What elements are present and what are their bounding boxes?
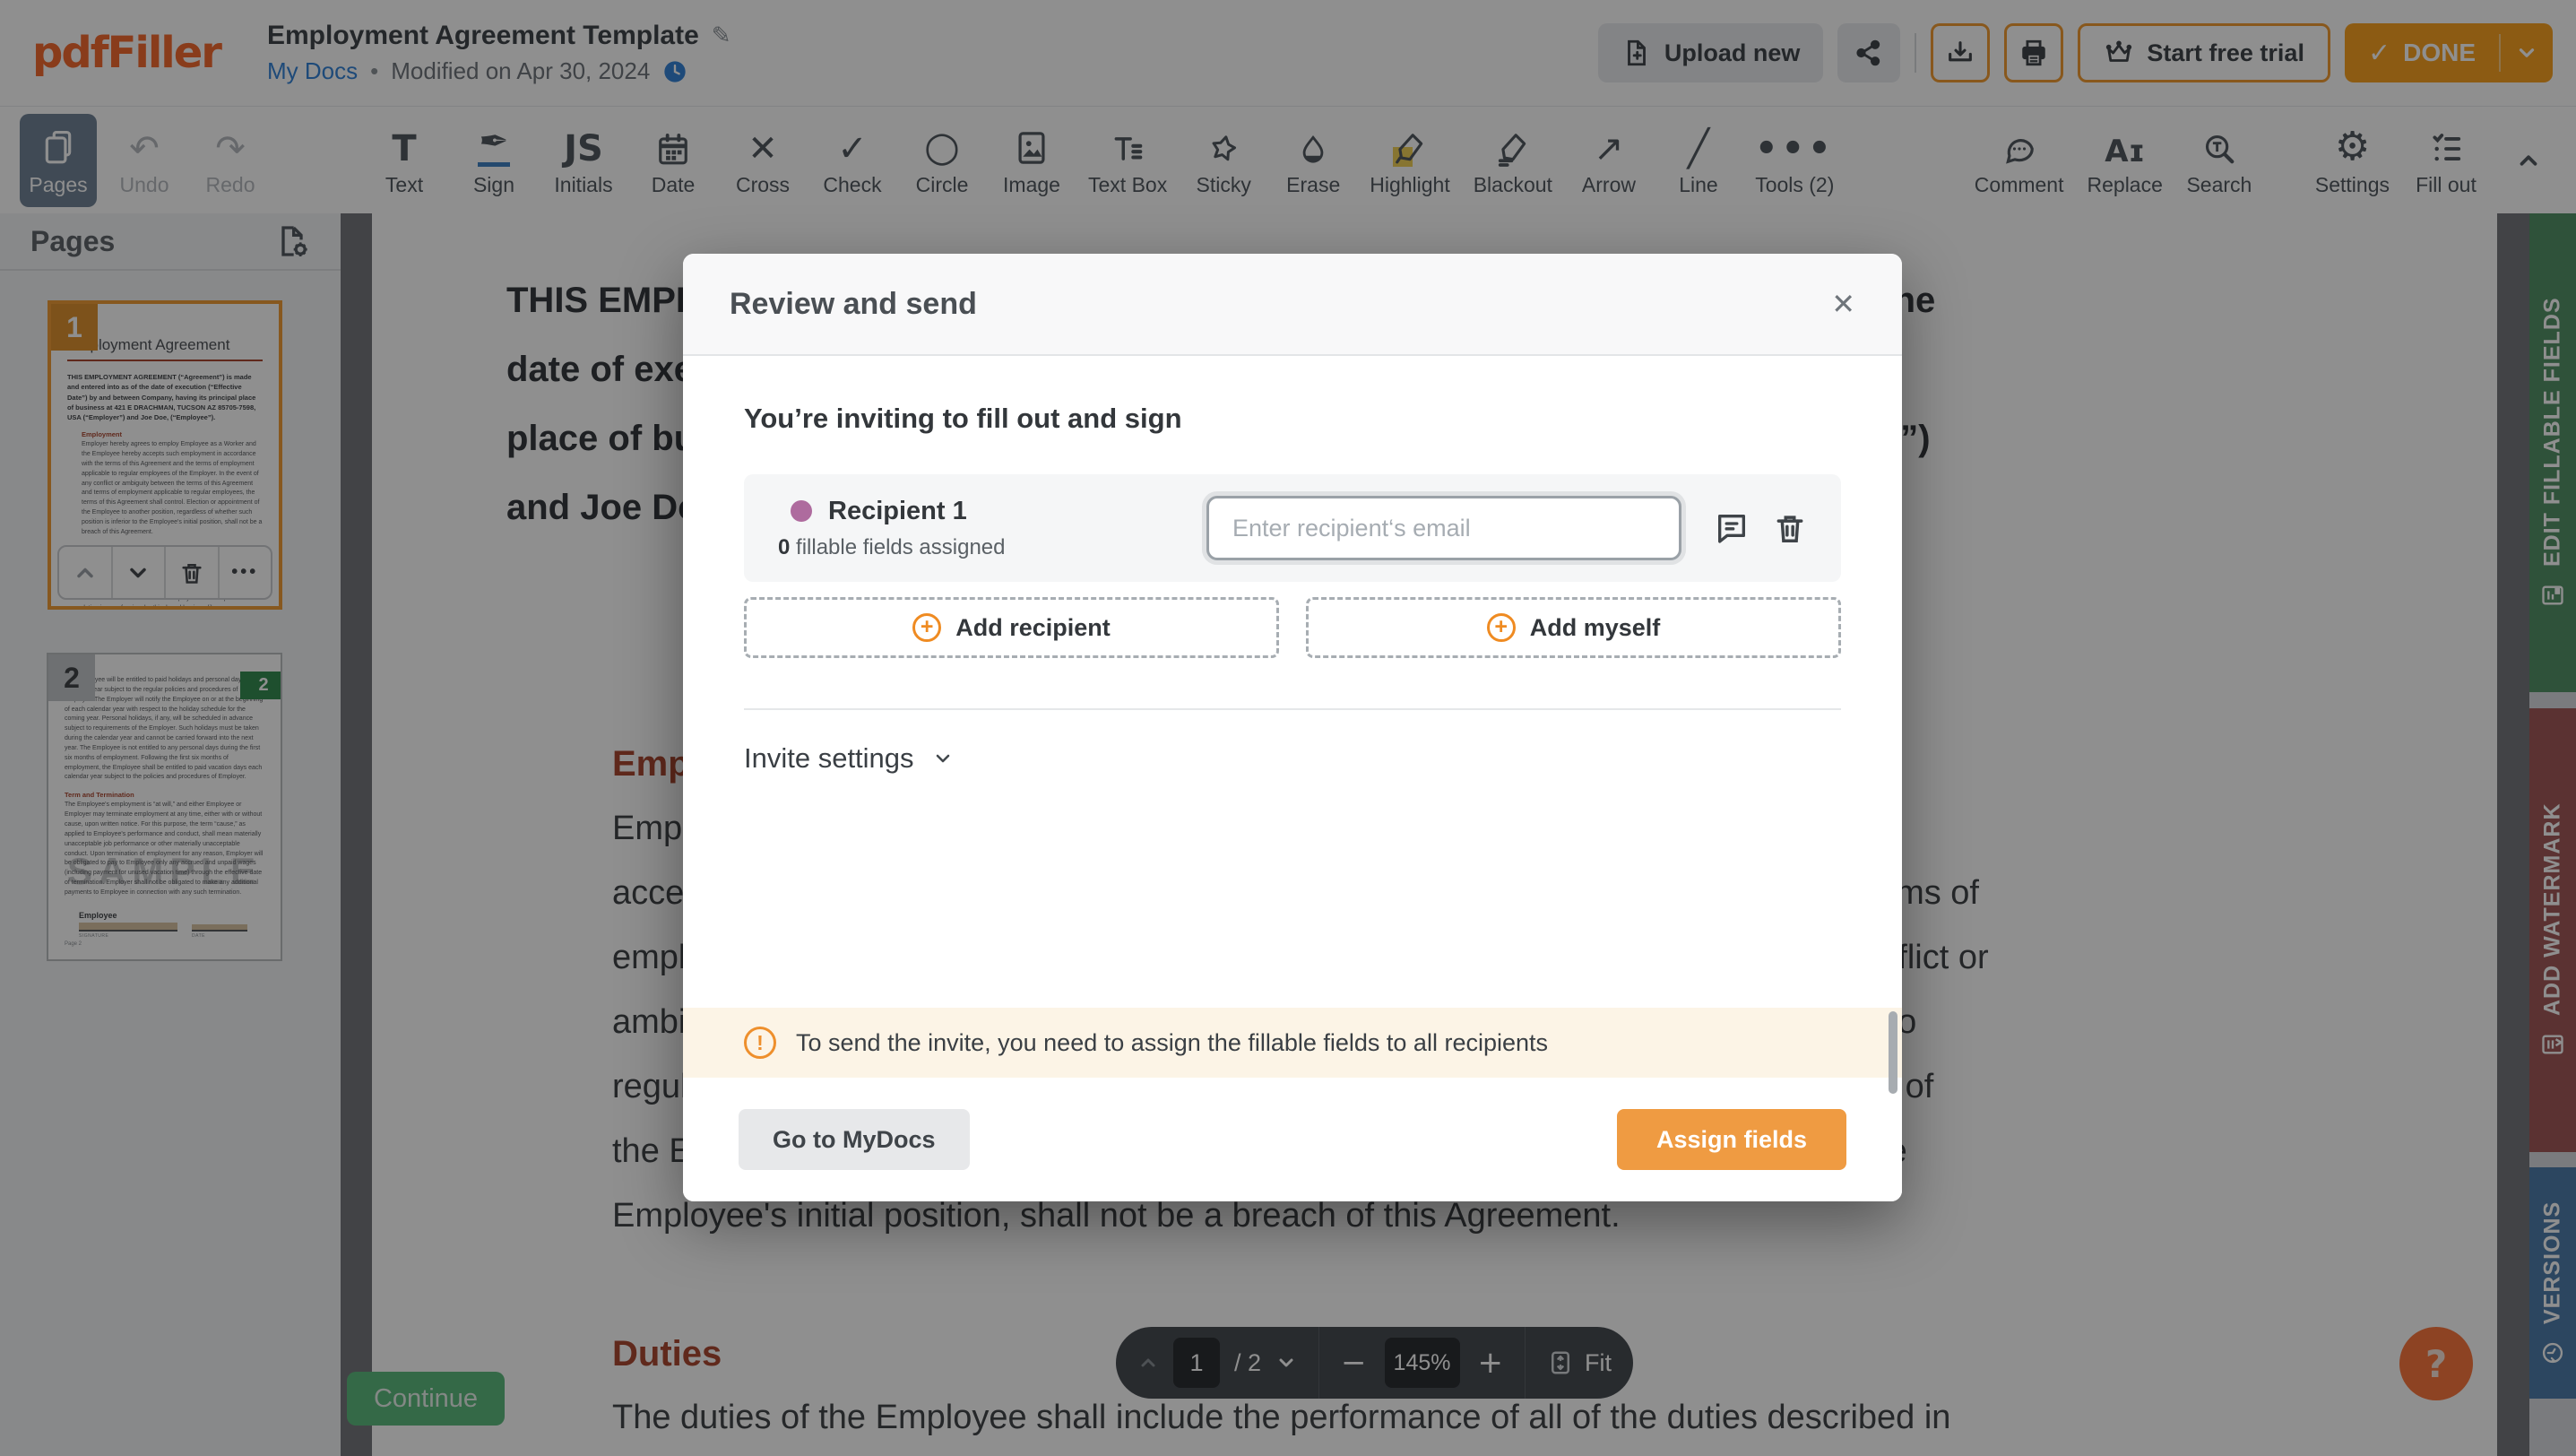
recipient-email-input[interactable]	[1206, 496, 1681, 560]
recipient-fields-assigned: 0 fillable fields assigned	[778, 535, 1006, 560]
modal-body: You’re inviting to fill out and sign Rec…	[683, 403, 1902, 775]
recipient-delete-icon[interactable]	[1773, 510, 1807, 546]
recipient-name: Recipient 1	[828, 497, 967, 526]
recipient-message-icon[interactable]	[1714, 510, 1750, 546]
pdffiller-editor: pdfFiller Employment Agreement Template …	[0, 0, 2576, 1456]
chevron-down-icon	[932, 748, 954, 769]
warning-text: To send the invite, you need to assign t…	[796, 1029, 1548, 1057]
add-myself-button[interactable]: + Add myself	[1306, 597, 1841, 658]
modal-title: Review and send	[730, 287, 977, 322]
modal-header: Review and send ✕	[683, 254, 1902, 356]
modal-subtitle: You’re inviting to fill out and sign	[744, 403, 1841, 435]
invite-settings-toggle[interactable]: Invite settings	[744, 742, 1841, 775]
recipient-row: Recipient 1 0 fillable fields assigned	[744, 474, 1841, 582]
modal-divider	[744, 708, 1841, 710]
add-recipient-button[interactable]: + Add recipient	[744, 597, 1279, 658]
warning-icon: !	[744, 1027, 776, 1059]
assign-fields-warning: ! To send the invite, you need to assign…	[683, 1008, 1902, 1078]
close-icon[interactable]: ✕	[1831, 287, 1855, 321]
modal-footer: Go to MyDocs Assign fields	[683, 1078, 1902, 1201]
go-to-mydocs-button[interactable]: Go to MyDocs	[739, 1109, 970, 1170]
modal-scrollbar-thumb[interactable]	[1889, 1011, 1897, 1094]
review-and-send-modal: Review and send ✕ You’re inviting to fil…	[683, 254, 1902, 1201]
assign-fields-button[interactable]: Assign fields	[1617, 1109, 1846, 1170]
plus-circle-icon: +	[1487, 613, 1516, 642]
recipient-color-dot	[791, 500, 812, 522]
plus-circle-icon: +	[912, 613, 941, 642]
